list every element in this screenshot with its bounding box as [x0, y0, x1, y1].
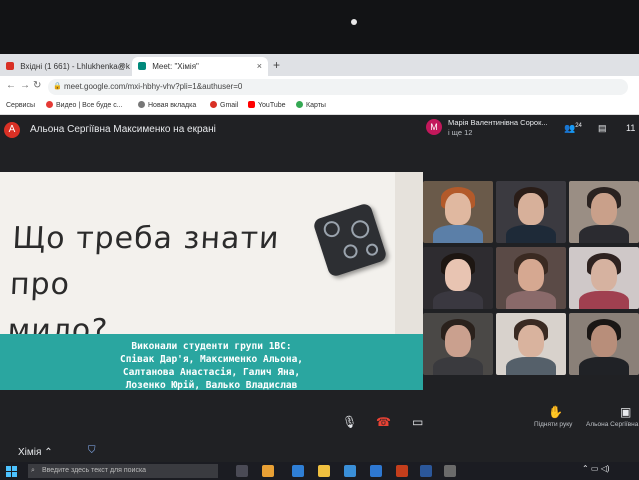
microphone-icon[interactable]: 🎙 [342, 415, 357, 429]
participant-tile[interactable] [423, 181, 493, 243]
people-icon[interactable]: 👥24 [564, 123, 582, 134]
presenting-label: Альона Сергіївна М... проводить прези... [586, 421, 639, 428]
bookmark-maps[interactable]: Карты [296, 100, 326, 112]
gmail-icon [6, 62, 14, 70]
browser-tab-bar: Вхідні (1 661) - Lhlukhenka@ku × Meet: "… [0, 54, 639, 76]
bookmark-new-tab-label: Новая вкладка [148, 102, 197, 109]
windows-start-icon[interactable] [6, 466, 17, 477]
presenter-status: Альона Сергіївна Максименко на екрані [30, 124, 216, 135]
new-tab-button[interactable]: + [273, 57, 280, 74]
participant-tile[interactable] [423, 313, 493, 375]
bookmark-services[interactable]: Сервисы [6, 100, 35, 112]
meeting-name[interactable]: Хімія ⌃ [18, 447, 53, 458]
word-icon[interactable] [420, 465, 432, 477]
clock-text: 11 [626, 123, 636, 133]
participant-tile[interactable] [423, 247, 493, 309]
taskbar-search-input[interactable]: ⌕ Введите здесь текст для поиска [28, 464, 218, 478]
meet-controls: 🎙 ☎ ▭ ✋ Підняти руку ▣ Альона Сергіївна … [0, 401, 639, 443]
youtube-icon [248, 101, 255, 108]
bookmark-new-tab[interactable]: Новая вкладка [138, 100, 196, 112]
tab-gmail[interactable]: Вхідні (1 661) - Lhlukhenka@ku × [0, 57, 130, 76]
taskbar-search-placeholder: Введите здесь текст для поиска [42, 467, 147, 474]
bookmark-maps-label: Карты [306, 102, 326, 109]
participant-tile[interactable] [569, 247, 639, 309]
search-icon: ⌕ [31, 467, 35, 474]
store-icon[interactable] [344, 465, 356, 477]
gmail-icon [210, 101, 217, 108]
slide-edge [395, 172, 423, 334]
soap-image [312, 202, 388, 278]
tab-meet-label: Meet: "Хімія" [152, 62, 199, 71]
credits-line: Виконали студенти групи 1ВС: [131, 341, 292, 352]
participant-tile[interactable] [496, 247, 566, 309]
meeting-name-label: Хімія [18, 447, 42, 458]
bookmark-video[interactable]: Видео | Все буде с... [46, 100, 123, 112]
tray-icons[interactable]: ⌃ ▭ ◁) [582, 464, 610, 473]
camera-icon[interactable]: ▭ [412, 415, 423, 429]
tab-meet[interactable]: Meet: "Хімія" × [132, 57, 268, 76]
screen: Вхідні (1 661) - Lhlukhenka@ku × Meet: "… [0, 54, 639, 480]
close-icon[interactable]: × [119, 57, 124, 76]
bookmark-gmail-label: Gmail [220, 102, 239, 109]
people-count: 24 [575, 123, 582, 129]
bookmark-video-label: Видео | Все буде с... [56, 102, 123, 109]
map-pin-icon [296, 101, 303, 108]
participant-name: Марія Валентинівна Сорок... [448, 118, 548, 127]
credits-line: Салтанова Анастасія, Галич Яна, [122, 367, 301, 378]
participant-tile[interactable] [496, 313, 566, 375]
raise-hand-label: Підняти руку [534, 421, 573, 428]
meet-header: А Альона Сергіївна Максименко на екрані … [0, 115, 639, 145]
taskbar: ⌕ Введите здесь текст для поиска ⌃ ▭ ◁) [0, 462, 639, 480]
slide-title-line1: Що треба знати про [9, 221, 281, 302]
participant-tile[interactable] [569, 313, 639, 375]
avatar: М [426, 119, 442, 135]
present-icon[interactable]: ▣ [620, 405, 631, 419]
chevron-up-icon: ⌃ [44, 447, 53, 458]
mail-icon[interactable] [370, 465, 382, 477]
presentation-slide: Що треба знати про мило? Виконали студен… [0, 172, 423, 390]
monitor-bezel [0, 0, 639, 56]
edge-icon[interactable] [292, 465, 304, 477]
credits-line: Лозенко Юрій, Валько Владислав [125, 380, 298, 390]
chrome-icon[interactable] [262, 465, 274, 477]
participant-tile[interactable] [496, 181, 566, 243]
address-bar-row: ← → ↻ 🔒 meet.google.com/mxi-hbhy-vhv?pli… [0, 76, 639, 98]
globe-icon [138, 101, 145, 108]
forward-icon[interactable]: → [20, 80, 30, 91]
participant-more: і ще 12 [448, 128, 473, 137]
bookmark-youtube-label: YouTube [258, 102, 286, 109]
slide-credits: Виконали студенти групи 1ВС: Співак Дар'… [0, 340, 423, 390]
tab-gmail-label: Вхідні (1 661) - Lhlukhenka@ku [20, 62, 130, 71]
explorer-icon[interactable] [318, 465, 330, 477]
hang-up-icon[interactable]: ☎ [376, 415, 391, 429]
reload-icon[interactable]: ↻ [33, 80, 41, 91]
bookmark-gmail[interactable]: Gmail [210, 100, 238, 112]
bookmarks-bar: Сервисы Видео | Все буде с... Новая вкла… [0, 98, 639, 115]
shield-icon[interactable]: ⛉ [88, 445, 96, 456]
video-icon [46, 101, 53, 108]
meet-icon [138, 62, 146, 70]
url-text: meet.google.com/mxi-hbhy-vhv?pli=1&authu… [64, 82, 243, 91]
close-icon[interactable]: × [257, 57, 262, 76]
app-icon[interactable] [444, 465, 456, 477]
task-view-icon[interactable] [236, 465, 248, 477]
participant-tile[interactable] [569, 181, 639, 243]
url-input[interactable]: 🔒 meet.google.com/mxi-hbhy-vhv?pli=1&aut… [48, 79, 628, 95]
webcam-light [351, 19, 357, 25]
powerpoint-icon[interactable] [396, 465, 408, 477]
credits-line: Співак Дар'я, Максименко Альона, [119, 354, 304, 365]
lock-icon: 🔒 [53, 83, 62, 90]
raise-hand-icon[interactable]: ✋ [548, 405, 563, 419]
participant-grid [423, 181, 639, 401]
back-icon[interactable]: ← [6, 80, 16, 91]
chat-icon[interactable]: ▤ [598, 123, 607, 134]
bookmark-youtube[interactable]: YouTube [248, 100, 286, 112]
avatar: А [4, 122, 20, 138]
